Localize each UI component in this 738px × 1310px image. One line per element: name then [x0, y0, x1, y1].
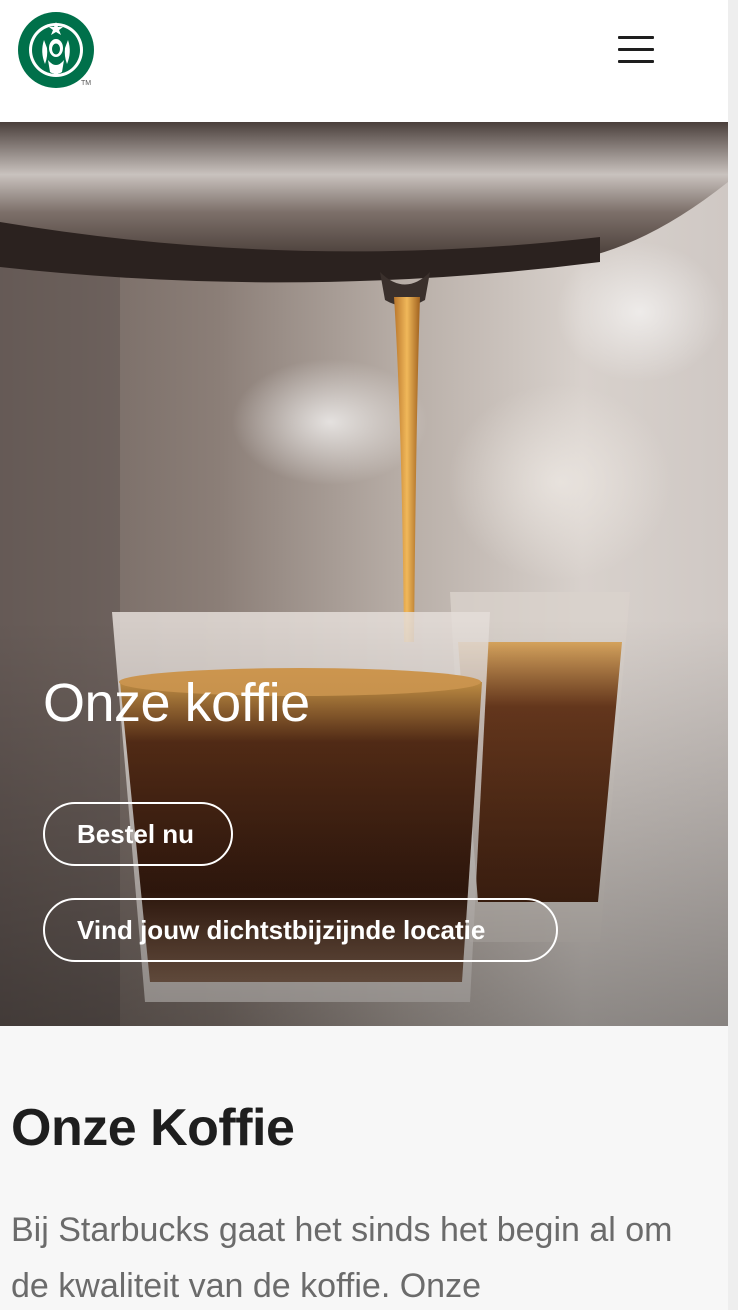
starbucks-logo[interactable]: [18, 12, 94, 88]
site-header: TM: [0, 0, 728, 122]
scrollbar[interactable]: [728, 0, 738, 1310]
coffee-section: Onze Koffie Bij Starbucks gaat het sinds…: [0, 1026, 728, 1310]
trademark-label: TM: [81, 80, 92, 87]
espresso-photo: [0, 122, 728, 1026]
hero-title: Onze koffie: [43, 673, 310, 733]
find-location-button[interactable]: Vind jouw dichtstbijzijnde locatie: [43, 898, 558, 962]
hero-banner: Onze koffie Bestel nu Vind jouw dichtstb…: [0, 122, 728, 1026]
section-title: Onze Koffie: [11, 1099, 295, 1157]
section-intro-text: Bij Starbucks gaat het sinds het begin a…: [11, 1211, 673, 1305]
order-now-button[interactable]: Bestel nu: [43, 802, 233, 866]
hamburger-menu-icon[interactable]: [612, 32, 660, 68]
